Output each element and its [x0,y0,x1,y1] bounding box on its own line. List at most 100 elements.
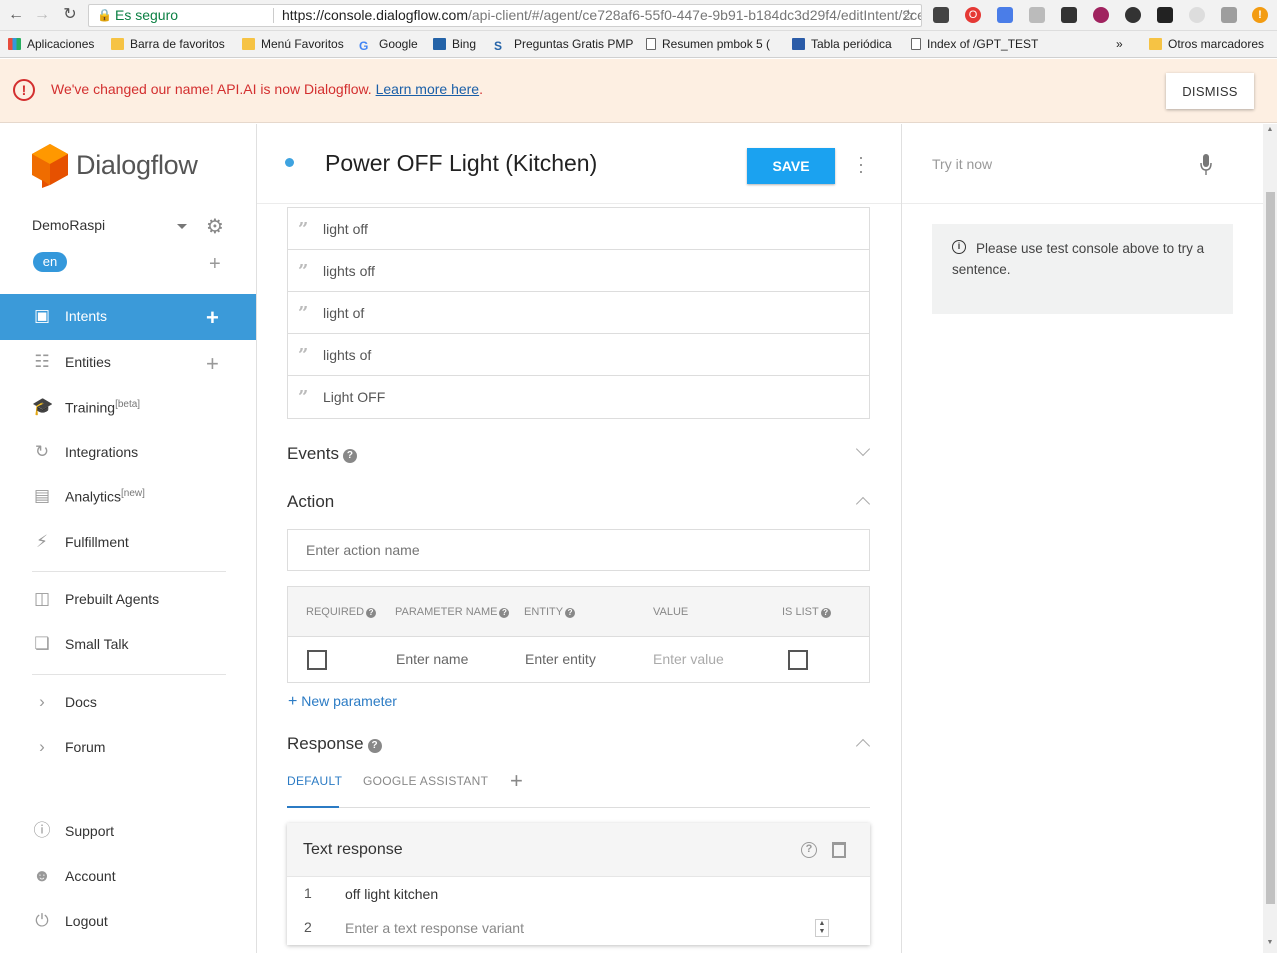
sidebar-item-training[interactable]: 🎓 Training[beta] [0,385,256,431]
bookmark-periodic[interactable]: Tabla periódica [792,37,892,53]
recycle-extension-icon[interactable] [1221,7,1237,23]
bookmark-folder[interactable]: Menú Favoritos [242,37,344,53]
sidebar-item-docs[interactable]: › Docs [0,680,256,726]
add-tab-icon[interactable]: + [510,768,523,794]
training-phrase[interactable]: ” Light OFF [288,376,869,418]
dismiss-button[interactable]: DISMISS [1166,73,1254,109]
dialogflow-logo-icon [32,144,68,188]
column-entity: ENTITY? [524,606,576,618]
scroll-up-icon[interactable]: ▲ [1266,126,1274,133]
text-response-row[interactable]: 1 off light kitchen [287,877,870,911]
loop-extension-icon[interactable] [1125,7,1141,23]
parameter-name-input[interactable]: Enter name [396,651,468,667]
circle-extension-icon[interactable] [1189,7,1205,23]
add-intent-icon[interactable]: + [206,305,219,331]
microphone-icon[interactable] [1200,154,1212,176]
folder-icon [1149,38,1162,50]
agent-selector[interactable]: DemoRaspi [32,217,105,233]
try-it-input[interactable]: Try it now [932,156,992,172]
sidebar-item-fulfillment[interactable]: ⚡ Fulfillment [0,520,256,566]
extension-icon[interactable] [997,7,1013,23]
sidebar-item-forum[interactable]: › Forum [0,725,256,771]
back-icon[interactable]: ← [6,5,26,25]
trash-icon[interactable] [832,842,846,858]
sidebar-item-support[interactable]: ⓘ Support [0,809,256,855]
more-options-icon[interactable]: · · · [857,148,865,180]
film-extension-icon[interactable] [1061,7,1077,23]
help-icon[interactable]: ? [801,842,817,858]
pdf-extension-icon[interactable] [1029,7,1045,23]
sidebar-item-small-talk[interactable]: ❏ Small Talk [0,622,256,668]
training-phrase[interactable]: ” light off [288,208,869,250]
record-extension-icon[interactable] [1093,7,1109,23]
training-phrase[interactable]: ” lights of [288,334,869,376]
help-icon[interactable]: ? [499,608,510,618]
bookmark-folder[interactable]: Barra de favoritos [111,37,225,53]
help-icon[interactable]: ? [366,608,377,618]
sidebar-item-logout[interactable]: ⏻ Logout [0,899,256,945]
rename-banner: ! We've changed our name! API.AI is now … [0,59,1277,123]
sidebar-item-integrations[interactable]: ↻ Integrations [0,430,256,476]
help-icon[interactable]: ? [820,608,831,618]
parameter-row: Enter name Enter entity Enter value [288,637,869,683]
bookmark-index[interactable]: Index of /GPT_TEST [911,37,1038,53]
add-entity-icon[interactable]: + [206,351,219,377]
value-input[interactable]: Enter value [653,651,724,667]
tab-default[interactable]: DEFAULT [287,774,342,788]
bookmark-apps[interactable]: Aplicaciones [8,37,94,53]
save-button[interactable]: SAVE [747,148,835,184]
events-section-title[interactable]: Events? [287,444,357,464]
bookmark-star-icon[interactable]: ☆ [902,5,915,26]
chevron-right-icon: › [39,692,45,711]
sidebar-item-analytics[interactable]: ▤ Analytics[new] [0,474,256,520]
help-icon[interactable]: ? [367,739,382,753]
tab-google-assistant[interactable]: GOOGLE ASSISTANT [363,774,488,788]
sidebar-item-intents[interactable]: ▣ Intents + [0,294,256,340]
help-icon[interactable]: ? [342,449,357,463]
evernote-extension-icon[interactable] [933,7,949,23]
language-badge[interactable]: en [33,252,67,272]
star-extension-icon[interactable] [1157,7,1173,23]
chat-bubble-icon: ▣ [33,306,51,325]
bookmark-other[interactable]: Otros marcadores [1149,37,1264,53]
help-icon[interactable]: ? [565,608,576,618]
update-alert-icon[interactable]: ! [1252,7,1268,23]
training-phrase[interactable]: ” lights off [288,250,869,292]
response-section-title[interactable]: Response? [287,734,382,754]
gear-icon[interactable]: ⚙ [206,214,224,239]
action-name-input[interactable] [287,529,870,571]
opera-extension-icon[interactable]: O [965,7,981,23]
action-section-title[interactable]: Action [287,492,334,512]
reload-icon[interactable]: ↻ [60,5,80,25]
chevron-up-icon[interactable] [855,496,871,512]
bookmark-bing[interactable]: Bing [433,37,476,53]
sidebar-item-account[interactable]: ☻ Account [0,854,256,900]
bookmarks-overflow[interactable]: » [1116,37,1123,53]
alert-icon: ! [13,79,35,101]
text-response-row[interactable]: 2 Enter a text response variant ▲ ▼ [287,911,870,945]
entity-input[interactable]: Enter entity [525,651,596,667]
learn-more-link[interactable]: Learn more here [376,81,480,97]
scrollbar[interactable]: ▲ ▼ [1263,124,1277,953]
response-tabs: DEFAULT GOOGLE ASSISTANT + [287,765,870,808]
bookmark-pmp[interactable]: S Preguntas Gratis PMP [494,37,633,53]
intent-title[interactable]: Power OFF Light (Kitchen) [325,150,597,177]
chevron-down-icon[interactable] [177,224,187,229]
bookmark-google[interactable]: G Google [359,37,418,53]
scroll-thumb[interactable] [1266,192,1275,904]
chevron-down-icon[interactable] [855,441,871,457]
bookmark-pmbok[interactable]: Resumen pmbok 5 ( [646,37,770,53]
training-phrase[interactable]: ” light of [288,292,869,334]
forward-icon[interactable]: → [32,5,52,25]
sidebar-item-prebuilt-agents[interactable]: ◫ Prebuilt Agents [0,577,256,623]
sidebar-item-entities[interactable]: ☷ Entities + [0,340,256,386]
is-list-checkbox[interactable] [788,650,808,670]
scroll-down-icon[interactable]: ▼ [1266,939,1274,946]
required-checkbox[interactable] [307,650,327,670]
add-language-icon[interactable]: + [209,254,221,274]
new-parameter-link[interactable]: + New parameter [288,693,397,711]
quote-icon: ” [298,303,308,324]
chevron-up-icon[interactable] [855,738,871,754]
resize-stepper-icon[interactable]: ▲ ▼ [815,919,829,937]
address-bar[interactable]: 🔒 Es seguro https://console.dialogflow.c… [88,4,922,27]
